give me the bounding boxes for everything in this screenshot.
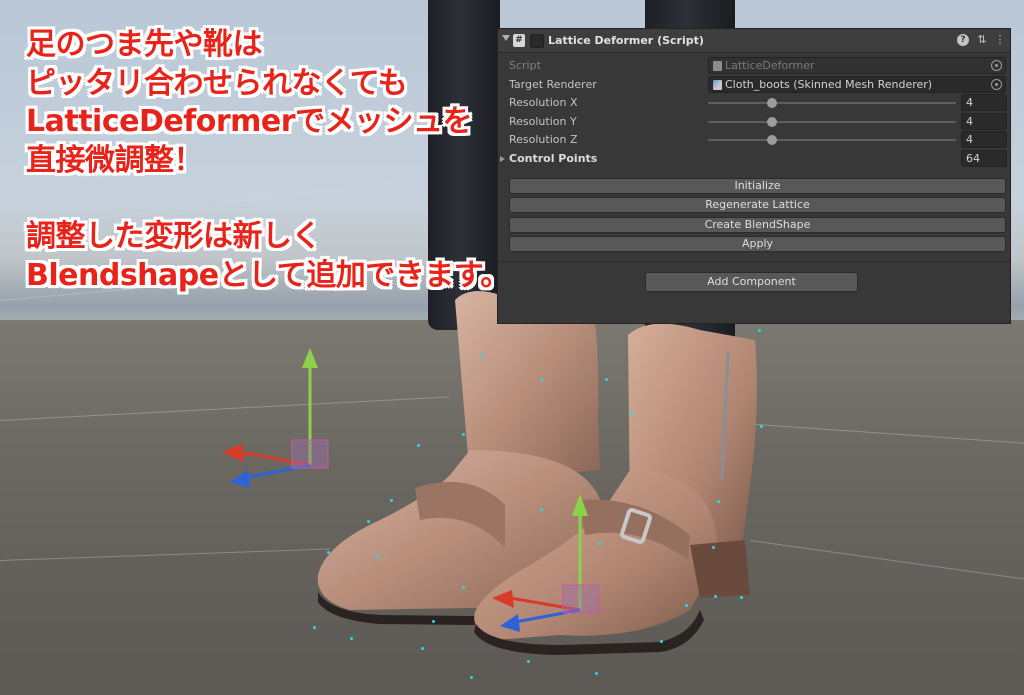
help-icon[interactable]: ? [957,34,969,46]
target-renderer-row: Target Renderer Cloth_boots (Skinned Mes… [498,76,1010,94]
component-enable-checkbox[interactable] [530,34,544,48]
resolution-z-slider[interactable] [708,139,956,141]
resolution-x-label: Resolution X [509,96,578,109]
target-renderer-label: Target Renderer [509,78,597,91]
right-boot-heel [690,540,750,598]
resolution-y-slider-thumb[interactable] [767,117,777,127]
control-point[interactable] [432,620,435,623]
caption-line-2: ピッタリ合わせられなくても [26,65,408,101]
resolution-z-input[interactable]: 4 [961,131,1007,148]
control-point[interactable] [313,626,316,629]
control-points-foldout-icon[interactable] [500,156,505,162]
control-point[interactable] [717,500,720,503]
script-label: Script [509,59,541,72]
control-point[interactable] [540,378,543,381]
control-points-count[interactable]: 64 [961,150,1007,167]
object-picker-icon[interactable] [991,79,1002,90]
resolution-y-input[interactable]: 4 [961,113,1007,130]
script-value: LatticeDeformer [725,59,815,72]
context-menu-icon[interactable]: ⋮ [994,34,1006,46]
caption-gap [26,180,566,218]
control-point[interactable] [390,499,393,502]
resolution-z-slider-thumb[interactable] [767,135,777,145]
caption-line-5: 調整した変形は新しく [26,219,322,254]
control-point[interactable] [758,329,761,332]
script-field: LatticeDeformer [708,57,1006,74]
component-header[interactable]: # Lattice Deformer (Script) ? ⇅ ⋮ [498,29,1010,53]
caption-line-3: LatticeDeformerでメッシュを [26,104,473,139]
control-point[interactable] [527,660,530,663]
control-point[interactable] [462,586,465,589]
control-point[interactable] [327,551,330,554]
add-component-button[interactable]: Add Component [645,272,858,292]
caption-line-1: 足のつま先や靴は [26,27,263,62]
control-points-row[interactable]: Control Points 64 [498,150,1010,168]
divider [498,261,1010,262]
control-point[interactable] [660,640,663,643]
control-point[interactable] [540,508,543,511]
control-point[interactable] [598,542,601,545]
resolution-y-row: Resolution Y 4 [498,113,1010,131]
apply-button[interactable]: Apply [509,236,1006,252]
control-point[interactable] [714,595,717,598]
control-point[interactable] [605,378,608,381]
inspector-panel: # Lattice Deformer (Script) ? ⇅ ⋮ Script… [497,28,1011,324]
transform-gizmo-left [222,348,329,488]
control-point[interactable] [481,354,484,357]
script-asset-icon [713,61,722,71]
preset-icon[interactable]: ⇅ [976,34,988,46]
object-picker-icon [991,60,1002,71]
resolution-x-slider[interactable] [708,102,956,104]
control-point[interactable] [685,604,688,607]
control-point[interactable] [350,637,353,640]
resolution-y-slider[interactable] [708,121,956,123]
control-point[interactable] [740,596,743,599]
foldout-arrow-icon[interactable] [502,35,510,41]
control-point[interactable] [760,425,763,428]
resolution-y-label: Resolution Y [509,115,577,128]
resolution-x-row: Resolution X 4 [498,94,1010,112]
resolution-x-input[interactable]: 4 [961,94,1007,111]
resolution-x-slider-thumb[interactable] [767,98,777,108]
script-icon: # [513,34,525,47]
control-point[interactable] [470,676,473,679]
regenerate-lattice-button[interactable]: Regenerate Lattice [509,197,1006,213]
resolution-z-label: Resolution Z [509,133,578,146]
control-point[interactable] [630,412,633,415]
control-point[interactable] [367,520,370,523]
control-point[interactable] [421,647,424,650]
script-row: Script LatticeDeformer [498,57,1010,75]
skinned-mesh-renderer-icon [713,80,722,90]
control-point[interactable] [595,672,598,675]
target-renderer-value: Cloth_boots (Skinned Mesh Renderer) [725,78,933,91]
resolution-z-row: Resolution Z 4 [498,131,1010,149]
control-point[interactable] [376,555,379,558]
control-point[interactable] [417,444,420,447]
control-point[interactable] [712,546,715,549]
caption-line-6: Blendshapeとして追加できます。 [26,257,510,293]
component-title: Lattice Deformer (Script) [548,34,704,47]
caption-overlay: 足のつま先や靴は ピッタリ合わせられなくても LatticeDeformerでメ… [26,26,566,295]
create-blendshape-button[interactable]: Create BlendShape [509,217,1006,233]
control-point[interactable] [462,433,465,436]
caption-line-4: 直接微調整！ [26,142,204,178]
target-renderer-field[interactable]: Cloth_boots (Skinned Mesh Renderer) [708,76,1006,93]
control-points-label: Control Points [509,152,598,165]
initialize-button[interactable]: Initialize [509,178,1006,194]
